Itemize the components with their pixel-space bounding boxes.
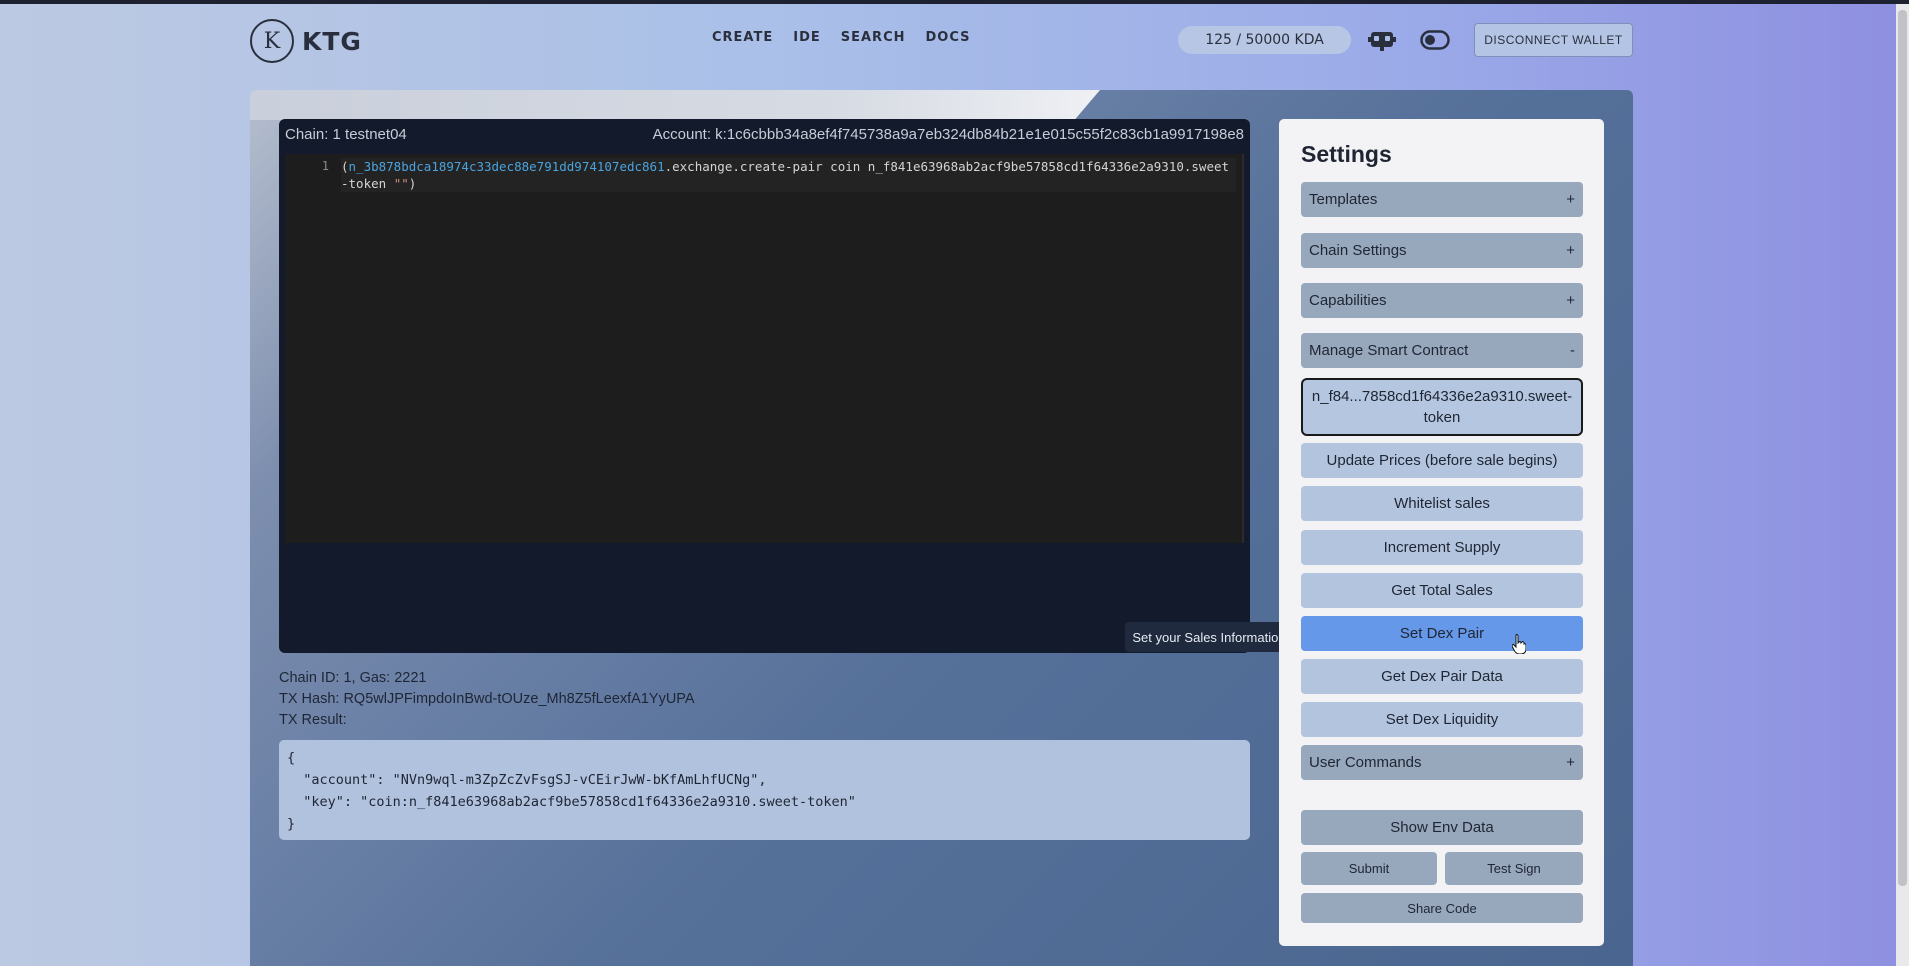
tx-result-label: TX Result:: [279, 712, 347, 728]
code-open-paren: (: [341, 159, 349, 174]
set-dex-pair-button[interactable]: Set Dex Pair: [1301, 616, 1583, 651]
increment-supply-button[interactable]: Increment Supply: [1301, 530, 1583, 565]
main-nav: CREATE IDE SEARCH DOCS: [712, 30, 971, 45]
tx-chain-gas: Chain ID: 1, Gas: 2221: [279, 670, 427, 686]
chain-label: Chain: 1 testnet04: [285, 125, 407, 143]
disconnect-wallet-button[interactable]: DISCONNECT WALLET: [1474, 23, 1633, 57]
scrollbar-thumb[interactable]: [1898, 10, 1907, 886]
scrollbar[interactable]: [1896, 4, 1909, 966]
plus-icon: +: [1566, 292, 1575, 309]
accordion-chain-settings[interactable]: Chain Settings +: [1301, 233, 1583, 268]
nav-create[interactable]: CREATE: [712, 30, 773, 45]
minus-icon: -: [1570, 342, 1575, 359]
contract-selector[interactable]: n_f84...7858cd1f64336e2a9310.sweet-token: [1301, 378, 1583, 436]
code-area[interactable]: 1 (n_3b878bdca18974c33dec88e791dd974107e…: [285, 154, 1244, 543]
logo[interactable]: K KTG: [250, 19, 362, 63]
settings-panel: Settings Templates + Chain Settings + Ca…: [1279, 119, 1604, 946]
plus-icon: +: [1566, 242, 1575, 259]
line-gutter: 1: [285, 154, 337, 543]
code-line[interactable]: (n_3b878bdca18974c33dec88e791dd974107edc…: [341, 158, 1236, 192]
tx-hash: TX Hash: RQ5wlJPFimpdoInBwd-tOUze_Mh8Z5f…: [279, 691, 695, 707]
logo-text: KTG: [302, 26, 362, 56]
theme-toggle-icon[interactable]: [1420, 30, 1450, 50]
hand-cursor-icon: [1512, 634, 1526, 654]
get-dex-pair-data-button[interactable]: Get Dex Pair Data: [1301, 659, 1583, 694]
accordion-label: Manage Smart Contract: [1309, 342, 1469, 359]
tx-result-box: { "account": "NVn9wql-m3ZpZcZvFsgSJ-vCEi…: [279, 740, 1250, 840]
robot-icon[interactable]: [1368, 26, 1396, 54]
code-namespace: n_3b878bdca18974c33dec88e791dd974107edc8…: [348, 159, 665, 174]
share-code-button[interactable]: Share Code: [1301, 893, 1583, 923]
nav-docs[interactable]: DOCS: [926, 30, 971, 45]
account-label: Account: k:1c6cbbb34a8ef4f745738a9a7eb32…: [652, 125, 1244, 143]
kda-balance: 125 / 50000 KDA: [1178, 26, 1351, 54]
plus-icon: +: [1566, 191, 1575, 208]
nav-ide[interactable]: IDE: [793, 30, 821, 45]
logo-mark: K: [250, 19, 294, 63]
code-close-paren: ): [408, 176, 417, 191]
accordion-capabilities[interactable]: Capabilities +: [1301, 283, 1583, 318]
settings-title: Settings: [1301, 141, 1392, 167]
show-env-data-button[interactable]: Show Env Data: [1301, 810, 1583, 845]
get-total-sales-button[interactable]: Get Total Sales: [1301, 573, 1583, 608]
accordion-label: Templates: [1309, 191, 1378, 208]
accordion-label: User Commands: [1309, 754, 1422, 771]
line-number: 1: [321, 159, 329, 173]
tooltip: Set your Sales Information: [1125, 622, 1293, 652]
editor-header: Chain: 1 testnet04 Account: k:1c6cbbb34a…: [279, 119, 1250, 149]
nav-search[interactable]: SEARCH: [841, 30, 906, 45]
submit-button[interactable]: Submit: [1301, 852, 1437, 885]
accordion-label: Chain Settings: [1309, 242, 1407, 259]
window-top-strip: [0, 0, 1909, 4]
accordion-templates[interactable]: Templates +: [1301, 182, 1583, 217]
accordion-user-commands[interactable]: User Commands +: [1301, 745, 1583, 780]
plus-icon: +: [1566, 754, 1575, 771]
code-string: "": [393, 176, 409, 191]
tx-info: Chain ID: 1, Gas: 2221 TX Hash: RQ5wlJPF…: [279, 668, 695, 731]
update-prices-button[interactable]: Update Prices (before sale begins): [1301, 443, 1583, 478]
accordion-manage-smart-contract[interactable]: Manage Smart Contract -: [1301, 333, 1583, 368]
whitelist-sales-button[interactable]: Whitelist sales: [1301, 486, 1583, 521]
accordion-label: Capabilities: [1309, 292, 1387, 309]
code-editor-panel: Chain: 1 testnet04 Account: k:1c6cbbb34a…: [279, 119, 1250, 653]
set-dex-liquidity-button[interactable]: Set Dex Liquidity: [1301, 702, 1583, 737]
test-sign-button[interactable]: Test Sign: [1445, 852, 1583, 885]
